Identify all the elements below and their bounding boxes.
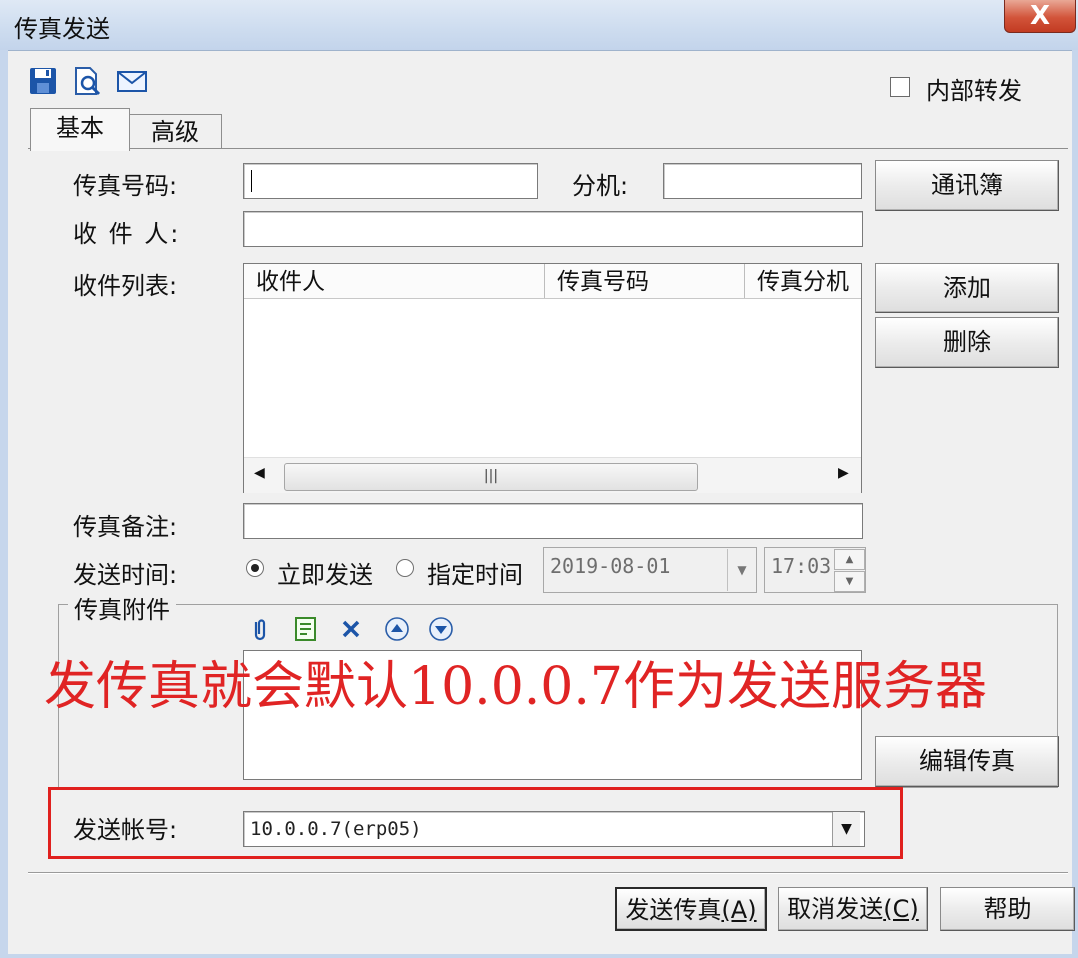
add-button[interactable]: 添加: [875, 263, 1059, 313]
close-button[interactable]: X: [1004, 0, 1076, 33]
send-now-label: 立即发送: [277, 561, 373, 589]
title-bar[interactable]: [0, 0, 1078, 51]
window-frame-right: [1072, 50, 1078, 958]
scrollbar-thumb[interactable]: |||: [284, 463, 698, 491]
cancel-send-button[interactable]: 取消发送(C): [778, 887, 928, 931]
date-picker[interactable]: 2019-08-01: [543, 547, 757, 593]
recipient-list-label: 收件列表:: [73, 272, 178, 300]
note-input[interactable]: [243, 503, 863, 539]
send-fax-label: 发送传真: [625, 896, 722, 924]
internal-forward-label: 内部转发: [926, 77, 1022, 105]
cancel-send-label: 取消发送: [787, 895, 884, 923]
time-down-icon[interactable]: ▼: [834, 571, 865, 592]
move-up-icon[interactable]: [384, 616, 410, 642]
cancel-send-shortcut: (C): [883, 895, 919, 923]
note-label: 传真备注:: [73, 513, 178, 541]
delete-icon[interactable]: [338, 616, 364, 642]
window-frame-left: [0, 50, 8, 958]
save-icon[interactable]: [28, 66, 58, 96]
move-down-icon[interactable]: [428, 616, 454, 642]
address-book-button[interactable]: 通讯簿: [875, 160, 1059, 211]
paperclip-icon[interactable]: [247, 616, 273, 642]
scheduled-radio[interactable]: [396, 559, 414, 577]
tab-basic[interactable]: 基本: [30, 108, 130, 151]
edit-fax-button[interactable]: 编辑传真: [875, 736, 1059, 787]
send-fax-shortcut: (A): [721, 896, 757, 924]
scheduled-label: 指定时间: [427, 561, 523, 589]
extension-label: 分机:: [572, 172, 629, 200]
time-value: 17:03: [771, 554, 832, 578]
preview-icon[interactable]: [72, 66, 102, 96]
document-icon[interactable]: [293, 616, 319, 642]
time-up-icon[interactable]: ▲: [834, 549, 865, 570]
extension-input[interactable]: [663, 163, 862, 199]
attachments-label: 传真附件: [68, 590, 176, 625]
annotation-text: 发传真就会默认10.0.0.7作为发送服务器: [44, 657, 988, 717]
scroll-left-icon[interactable]: ◀: [254, 465, 265, 481]
text-cursor: [251, 170, 252, 192]
email-icon[interactable]: [116, 66, 147, 96]
fax-number-input[interactable]: [243, 163, 538, 199]
date-dropdown-icon[interactable]: ▼: [727, 549, 756, 591]
date-value: 2019-08-01: [550, 554, 671, 578]
send-time-label: 发送时间:: [73, 561, 178, 589]
account-dropdown-icon[interactable]: ▼: [832, 812, 860, 846]
window-frame-bottom: [0, 954, 1078, 958]
account-label: 发送帐号:: [73, 816, 178, 844]
delete-button[interactable]: 删除: [875, 317, 1059, 368]
send-fax-button[interactable]: 发送传真(A): [615, 887, 767, 931]
tab-advanced[interactable]: 高级: [128, 114, 222, 149]
column-recipient[interactable]: 收件人: [244, 264, 545, 298]
list-header: 收件人 传真号码 传真分机: [244, 264, 861, 299]
recipient-input[interactable]: [243, 211, 863, 247]
tab-pane-border: [28, 148, 1068, 149]
window-title: 传真发送: [14, 15, 110, 43]
internal-forward-checkbox[interactable]: [890, 77, 910, 97]
footer-separator: [28, 872, 1068, 873]
horizontal-scrollbar[interactable]: ◀ ||| ▶: [244, 457, 861, 493]
help-button[interactable]: 帮助: [940, 887, 1075, 931]
account-value: 10.0.0.7(erp05): [250, 818, 422, 840]
fax-number-label: 传真号码:: [73, 172, 178, 200]
account-select[interactable]: 10.0.0.7(erp05): [243, 811, 865, 847]
recipient-label: 收 件 人:: [73, 220, 181, 248]
recipient-list[interactable]: 收件人 传真号码 传真分机 ◀ ||| ▶: [243, 263, 862, 493]
column-fax-number[interactable]: 传真号码: [545, 264, 745, 298]
send-now-radio[interactable]: [246, 559, 264, 577]
column-fax-extension[interactable]: 传真分机: [745, 264, 861, 298]
scroll-right-icon[interactable]: ▶: [838, 465, 849, 481]
